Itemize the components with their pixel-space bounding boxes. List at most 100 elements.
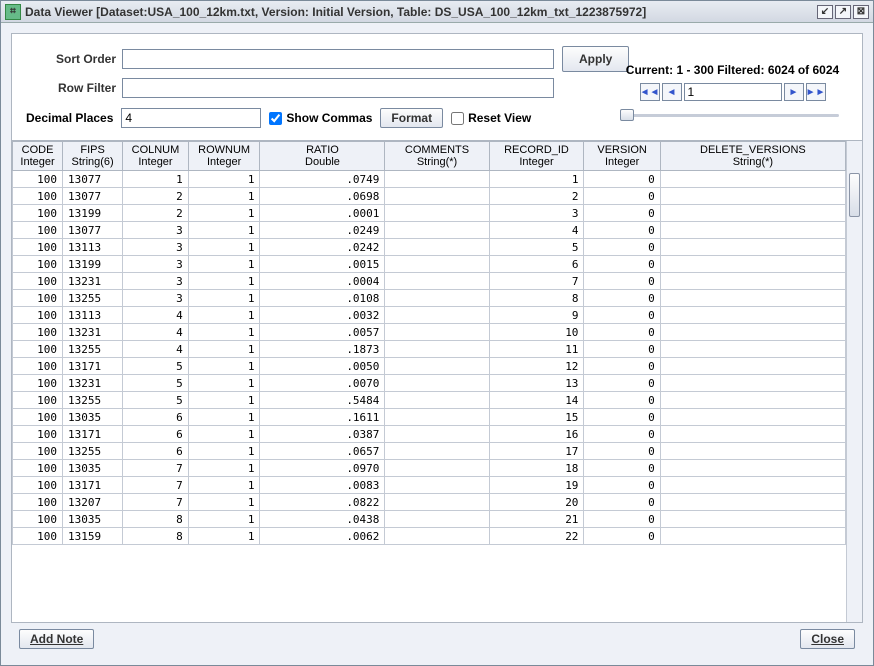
table-cell[interactable]: 8 xyxy=(123,511,189,528)
table-cell[interactable]: 1 xyxy=(188,460,260,477)
vertical-scrollbar[interactable] xyxy=(846,141,862,622)
table-cell[interactable]: 1 xyxy=(188,239,260,256)
table-row[interactable]: 1001319921.000130 xyxy=(13,205,846,222)
table-row[interactable]: 1001323141.0057100 xyxy=(13,324,846,341)
table-cell[interactable]: .0050 xyxy=(260,358,385,375)
scrollbar-thumb[interactable] xyxy=(849,173,860,217)
table-cell[interactable] xyxy=(385,273,489,290)
table-cell[interactable]: 6 xyxy=(123,409,189,426)
table-cell[interactable]: 100 xyxy=(13,409,63,426)
pager-prev-icon[interactable]: ◄ xyxy=(662,83,682,101)
table-cell[interactable] xyxy=(385,222,489,239)
table-cell[interactable]: .0749 xyxy=(260,171,385,188)
table-cell[interactable]: .0822 xyxy=(260,494,385,511)
table-cell[interactable]: 0 xyxy=(584,205,660,222)
table-cell[interactable]: 3 xyxy=(123,290,189,307)
table-cell[interactable]: 13077 xyxy=(63,222,123,239)
table-cell[interactable]: 13113 xyxy=(63,239,123,256)
table-cell[interactable] xyxy=(385,494,489,511)
table-cell[interactable]: 5 xyxy=(489,239,584,256)
column-header[interactable]: RECORD_IDInteger xyxy=(489,142,584,171)
table-cell[interactable] xyxy=(385,324,489,341)
table-cell[interactable] xyxy=(660,528,845,545)
column-header[interactable]: COLNUMInteger xyxy=(123,142,189,171)
table-cell[interactable]: .1611 xyxy=(260,409,385,426)
table-row[interactable]: 1001319931.001560 xyxy=(13,256,846,273)
table-cell[interactable]: 1 xyxy=(188,341,260,358)
table-cell[interactable]: 13159 xyxy=(63,528,123,545)
table-cell[interactable]: 1 xyxy=(188,477,260,494)
table-cell[interactable] xyxy=(660,239,845,256)
pager-page-input[interactable] xyxy=(684,83,782,101)
table-cell[interactable]: 0 xyxy=(584,460,660,477)
table-cell[interactable]: 100 xyxy=(13,426,63,443)
table-cell[interactable]: 13255 xyxy=(63,443,123,460)
table-cell[interactable]: 1 xyxy=(188,188,260,205)
column-header[interactable]: CODEInteger xyxy=(13,142,63,171)
table-cell[interactable]: 13199 xyxy=(63,205,123,222)
table-cell[interactable]: 8 xyxy=(123,528,189,545)
table-cell[interactable]: 100 xyxy=(13,222,63,239)
table-cell[interactable]: 13255 xyxy=(63,290,123,307)
table-cell[interactable]: .0083 xyxy=(260,477,385,494)
table-cell[interactable]: 0 xyxy=(584,358,660,375)
table-cell[interactable]: 0 xyxy=(584,375,660,392)
table-cell[interactable]: 100 xyxy=(13,290,63,307)
table-cell[interactable]: .0698 xyxy=(260,188,385,205)
table-cell[interactable] xyxy=(660,375,845,392)
table-cell[interactable]: 100 xyxy=(13,324,63,341)
table-cell[interactable] xyxy=(385,307,489,324)
table-cell[interactable]: 100 xyxy=(13,273,63,290)
table-cell[interactable]: 17 xyxy=(489,443,584,460)
column-header[interactable]: ROWNUMInteger xyxy=(188,142,260,171)
table-cell[interactable]: 16 xyxy=(489,426,584,443)
table-cell[interactable]: 0 xyxy=(584,477,660,494)
table-cell[interactable]: 13231 xyxy=(63,375,123,392)
table-cell[interactable] xyxy=(385,426,489,443)
table-cell[interactable]: 1 xyxy=(123,171,189,188)
table-cell[interactable]: 13035 xyxy=(63,511,123,528)
table-cell[interactable]: .0387 xyxy=(260,426,385,443)
table-cell[interactable]: 13171 xyxy=(63,426,123,443)
table-cell[interactable] xyxy=(660,205,845,222)
show-commas-input[interactable] xyxy=(269,112,282,125)
table-cell[interactable]: 7 xyxy=(123,477,189,494)
table-cell[interactable]: 22 xyxy=(489,528,584,545)
table-cell[interactable]: 4 xyxy=(123,324,189,341)
table-cell[interactable]: 7 xyxy=(123,460,189,477)
table-cell[interactable]: 3 xyxy=(123,273,189,290)
column-header[interactable]: VERSIONInteger xyxy=(584,142,660,171)
table-cell[interactable]: 11 xyxy=(489,341,584,358)
table-row[interactable]: 1001317161.0387160 xyxy=(13,426,846,443)
table-row[interactable]: 1001311331.024250 xyxy=(13,239,846,256)
table-cell[interactable] xyxy=(385,239,489,256)
table-row[interactable]: 1001317171.0083190 xyxy=(13,477,846,494)
table-cell[interactable]: 0 xyxy=(584,222,660,239)
table-row[interactable]: 1001303571.0970180 xyxy=(13,460,846,477)
table-cell[interactable] xyxy=(385,375,489,392)
table-cell[interactable]: 13113 xyxy=(63,307,123,324)
table-cell[interactable]: 4 xyxy=(489,222,584,239)
table-cell[interactable]: 1 xyxy=(489,171,584,188)
table-cell[interactable]: 13171 xyxy=(63,477,123,494)
table-cell[interactable]: 19 xyxy=(489,477,584,494)
table-cell[interactable]: 1 xyxy=(188,494,260,511)
table-cell[interactable]: .0062 xyxy=(260,528,385,545)
table-cell[interactable]: 0 xyxy=(584,188,660,205)
table-cell[interactable]: .0032 xyxy=(260,307,385,324)
table-cell[interactable]: .5484 xyxy=(260,392,385,409)
table-cell[interactable]: 100 xyxy=(13,392,63,409)
table-row[interactable]: 1001325551.5484140 xyxy=(13,392,846,409)
table-cell[interactable] xyxy=(385,171,489,188)
table-cell[interactable]: 0 xyxy=(584,273,660,290)
table-cell[interactable] xyxy=(385,528,489,545)
table-cell[interactable]: 13035 xyxy=(63,460,123,477)
table-cell[interactable]: 6 xyxy=(123,426,189,443)
table-row[interactable]: 1001323151.0070130 xyxy=(13,375,846,392)
table-cell[interactable]: 1 xyxy=(188,273,260,290)
table-cell[interactable]: 6 xyxy=(489,256,584,273)
table-cell[interactable]: 13171 xyxy=(63,358,123,375)
table-cell[interactable] xyxy=(660,273,845,290)
table-cell[interactable]: 13199 xyxy=(63,256,123,273)
table-cell[interactable]: 0 xyxy=(584,494,660,511)
